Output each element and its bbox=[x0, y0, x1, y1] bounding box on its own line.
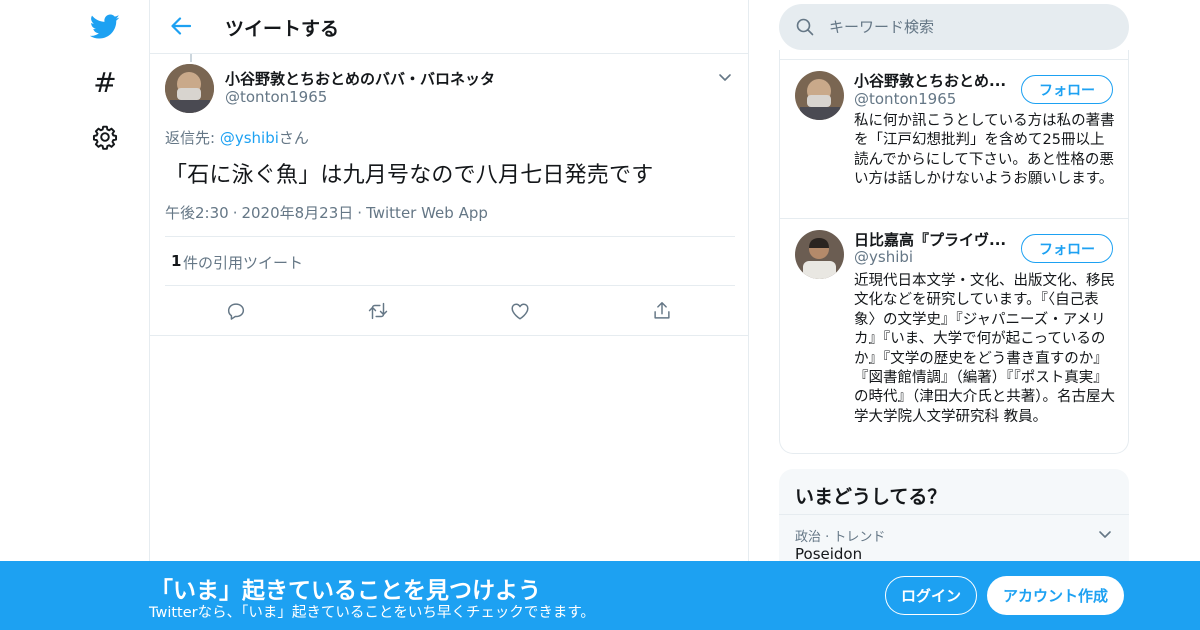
reply-button[interactable] bbox=[225, 300, 247, 322]
login-button[interactable]: ログイン bbox=[885, 576, 977, 615]
author-handle[interactable]: @tonton1965 bbox=[225, 88, 327, 106]
follow-button[interactable]: フォロー bbox=[1021, 75, 1113, 104]
tweet-source[interactable]: Twitter Web App bbox=[366, 204, 488, 222]
tweet-stats: 1 件の引用ツイート bbox=[165, 236, 735, 286]
share-icon bbox=[654, 302, 670, 319]
hashtag-icon[interactable]: # bbox=[89, 66, 121, 99]
user-name[interactable]: 日比嘉高『プライヴ... bbox=[854, 229, 1014, 250]
related-users-card: 小谷野敦とちおとめ... @tonton1965 フォロー 私に何か訊こうとして… bbox=[779, 50, 1129, 454]
divider bbox=[779, 514, 1129, 515]
retweet-button[interactable] bbox=[367, 300, 389, 322]
retweet-icon bbox=[368, 302, 388, 320]
chevron-down-icon bbox=[1099, 531, 1111, 538]
share-button[interactable] bbox=[651, 300, 673, 322]
follow-button[interactable]: フォロー bbox=[1021, 234, 1113, 263]
reply-context: 返信先: @yshibiさん bbox=[165, 127, 309, 148]
avatar[interactable] bbox=[795, 71, 844, 120]
trends-title: いまどうしてる？ bbox=[795, 486, 947, 508]
avatar[interactable] bbox=[795, 230, 844, 279]
reply-suffix: さん bbox=[278, 129, 309, 147]
banner-title: 「いま」起きていることを見つけよう bbox=[150, 578, 541, 604]
more-options-button[interactable] bbox=[716, 68, 734, 86]
back-button[interactable] bbox=[168, 13, 194, 39]
user-handle[interactable]: @tonton1965 bbox=[854, 90, 956, 108]
page-header: ツイートする bbox=[150, 0, 748, 54]
reply-icon bbox=[227, 303, 245, 320]
thread-line bbox=[190, 54, 192, 62]
like-button[interactable] bbox=[509, 300, 531, 322]
search-bar[interactable] bbox=[779, 4, 1129, 50]
tweet-text: 「石に泳ぐ魚」は九月号なので八月七日発売です bbox=[165, 163, 654, 188]
separator: · bbox=[357, 204, 363, 222]
left-nav: # bbox=[0, 0, 150, 630]
signup-button[interactable]: アカウント作成 bbox=[987, 576, 1124, 615]
avatar[interactable] bbox=[165, 64, 214, 113]
quote-label[interactable]: 件の引用ツイート bbox=[183, 252, 303, 273]
user-handle[interactable]: @yshibi bbox=[854, 248, 913, 266]
trend-options-button[interactable] bbox=[1097, 526, 1113, 542]
main-column: ツイートする 小谷野敦とちおとめのババ・バロネッタ @tonton1965 返信… bbox=[149, 0, 749, 630]
twitter-logo-icon[interactable] bbox=[89, 11, 121, 43]
user-item[interactable]: 日比嘉高『プライヴ... @yshibi フォロー 近現代日本文学・文化、出版文… bbox=[780, 218, 1128, 454]
separator: · bbox=[232, 204, 238, 222]
search-icon bbox=[796, 18, 814, 36]
tweet-meta: 午後2:30 · 2020年8月23日 · Twitter Web App bbox=[165, 202, 488, 223]
chevron-down-icon bbox=[719, 74, 731, 81]
search-input[interactable] bbox=[829, 16, 1109, 38]
reply-mention-link[interactable]: @yshibi bbox=[220, 129, 279, 147]
trend-context: 政治 · トレンド bbox=[795, 530, 886, 545]
author-name[interactable]: 小谷野敦とちおとめのババ・バロネッタ bbox=[225, 68, 495, 89]
tweet-actions bbox=[165, 290, 735, 336]
user-item[interactable]: 小谷野敦とちおとめ... @tonton1965 フォロー 私に何か訊こうとして… bbox=[780, 59, 1128, 218]
divider bbox=[150, 335, 749, 336]
like-icon bbox=[511, 303, 529, 320]
tweet-time[interactable]: 午後2:30 bbox=[165, 204, 229, 222]
user-bio: 近現代日本文学・文化、出版文化、移民文化などを研究しています。『〈自己表象〉の文… bbox=[854, 273, 1115, 425]
page-title: ツイートする bbox=[225, 18, 340, 40]
tweet-date[interactable]: 2020年8月23日 bbox=[241, 204, 353, 222]
user-bio: 私に何か訊こうとしている方は私の著書を「江戸幻想批判」を含めて25冊以上読んでか… bbox=[854, 113, 1115, 188]
reply-prefix: 返信先: bbox=[165, 129, 220, 147]
signup-banner: 「いま」起きていることを見つけよう Twitterなら、「いま」起きていることを… bbox=[0, 561, 1200, 630]
arrow-left-icon bbox=[171, 17, 191, 35]
gear-icon[interactable] bbox=[89, 121, 121, 153]
user-name[interactable]: 小谷野敦とちおとめ... bbox=[854, 70, 1014, 91]
quote-count[interactable]: 1 bbox=[171, 252, 181, 270]
banner-subtitle: Twitterなら、「いま」起きていることをいち早くチェックできます。 bbox=[149, 605, 595, 621]
